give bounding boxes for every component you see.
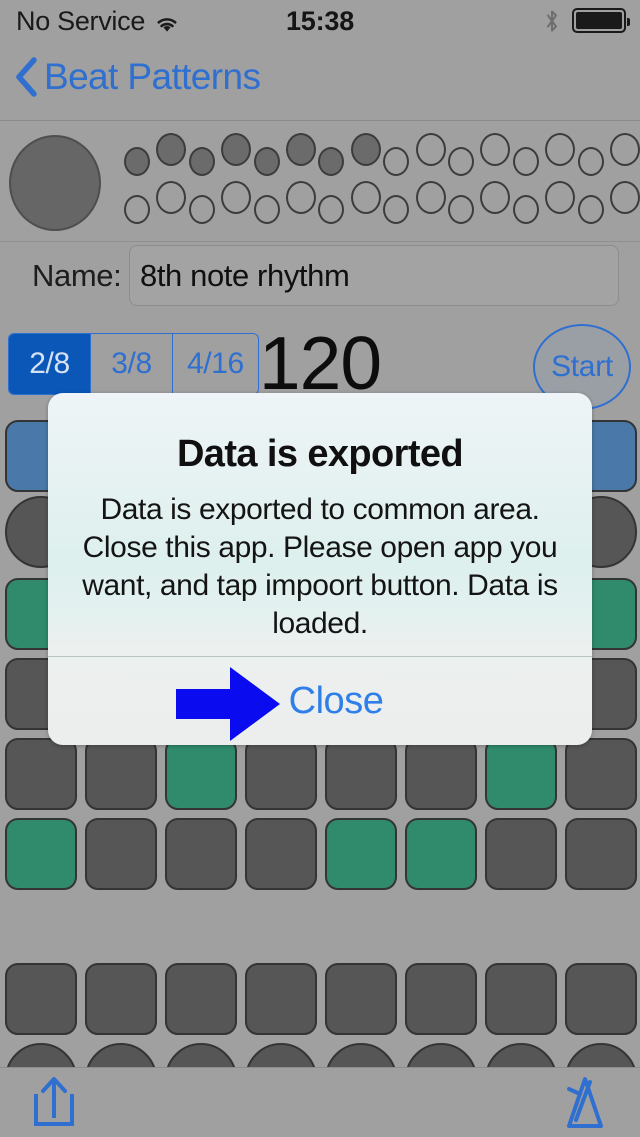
beat-dots-row-bottom-dot[interactable]	[318, 195, 345, 224]
beat-dots-row-top-dot[interactable]	[253, 147, 280, 176]
beat-dots-row-top-dot[interactable]	[286, 133, 316, 166]
status-bar-right	[544, 8, 630, 33]
beat-dots-row-top-dot[interactable]	[577, 147, 604, 176]
share-upload-icon[interactable]	[28, 1074, 80, 1132]
segment-label: 4/16	[187, 347, 244, 380]
alert-message: Data is exported to common area. Close t…	[82, 493, 558, 640]
pad-cell[interactable]	[405, 738, 477, 810]
pad-row-6	[0, 818, 640, 890]
name-input[interactable]	[129, 245, 619, 306]
beat-dots-row-bottom-dot[interactable]	[545, 181, 576, 214]
beat-indicator-circle	[9, 135, 101, 231]
pad-cell[interactable]	[405, 818, 477, 890]
beat-dots-row-top-dot[interactable]	[221, 133, 252, 166]
beat-dots-row-bottom-dot[interactable]	[383, 195, 410, 224]
segment-3-8[interactable]: 3/8	[91, 334, 173, 394]
pad-cell[interactable]	[485, 818, 557, 890]
beat-dots-row-top-dot[interactable]	[512, 147, 539, 176]
beat-dots-row-bottom-dot[interactable]	[610, 181, 640, 214]
beat-dots-row-top-dot[interactable]	[480, 133, 511, 166]
back-button[interactable]: Beat Patterns	[14, 56, 261, 98]
pad-cell[interactable]	[5, 738, 77, 810]
beat-dots-row-bottom-dot[interactable]	[415, 181, 446, 214]
beat-dots-row-bottom-dot[interactable]	[512, 195, 539, 224]
pad-cell[interactable]	[165, 738, 237, 810]
segment-label: 3/8	[111, 347, 152, 380]
segment-4-16[interactable]: 4/16	[173, 334, 258, 394]
time-signature-segmented-control[interactable]: 2/8 3/8 4/16	[8, 333, 259, 395]
beat-dots-row-bottom-dot[interactable]	[286, 181, 316, 214]
pad-cell[interactable]	[325, 738, 397, 810]
pad-cell[interactable]	[565, 963, 637, 1035]
pad-cell[interactable]	[85, 818, 157, 890]
beat-dots-row-top-dot[interactable]	[156, 133, 187, 166]
beat-dots-row-bottom-dot[interactable]	[350, 181, 381, 214]
back-button-label: Beat Patterns	[44, 56, 261, 97]
beat-dots-row-top-dot[interactable]	[545, 133, 576, 166]
pad-cell[interactable]	[85, 738, 157, 810]
status-bar: No Service 15:38	[0, 0, 640, 44]
beat-dots-row-top-dot[interactable]	[415, 133, 446, 166]
beat-dots-row-bottom-dot[interactable]	[221, 181, 252, 214]
pad-cell[interactable]	[565, 738, 637, 810]
beat-dots-row-top-dot[interactable]	[448, 147, 474, 176]
beat-dots-row-top-dot[interactable]	[318, 147, 345, 176]
pad-cell[interactable]	[325, 963, 397, 1035]
beat-dots-row-bottom-dot[interactable]	[124, 195, 150, 224]
beat-dots-row-bottom-dot[interactable]	[188, 195, 215, 224]
metronome-icon[interactable]	[556, 1074, 614, 1132]
chevron-left-icon	[14, 56, 38, 98]
pad-row-5	[0, 738, 640, 810]
alert-close-label: Close	[288, 679, 384, 722]
navigation-bar: Beat Patterns	[0, 44, 640, 121]
bottom-toolbar	[0, 1067, 640, 1136]
beat-dots-row-top-dot[interactable]	[350, 133, 381, 166]
name-label: Name:	[32, 258, 122, 293]
pad-cell[interactable]	[485, 738, 557, 810]
pad-cell[interactable]	[325, 818, 397, 890]
beat-dots-row-top-dot[interactable]	[124, 147, 150, 176]
alert-dialog: Data is exported Data is exported to com…	[48, 393, 592, 745]
pad-cell[interactable]	[5, 963, 77, 1035]
pad-cell[interactable]	[245, 738, 317, 810]
arrow-right-icon	[174, 665, 282, 743]
beat-dots-row-bottom-dot[interactable]	[577, 195, 604, 224]
beat-dots-row-bottom-dot[interactable]	[480, 181, 511, 214]
alert-close-button[interactable]: Close	[48, 657, 592, 745]
pad-cell[interactable]	[165, 818, 237, 890]
pad-cell[interactable]	[485, 963, 557, 1035]
start-button-label: Start	[551, 350, 613, 383]
pad-cell[interactable]	[405, 963, 477, 1035]
beat-dots-row-bottom-dot[interactable]	[253, 195, 280, 224]
beat-dots-row-bottom-dot[interactable]	[156, 181, 187, 214]
beat-dots-row-top-dot[interactable]	[383, 147, 410, 176]
beat-dots-row-top-dot[interactable]	[188, 147, 215, 176]
pad-cell[interactable]	[165, 963, 237, 1035]
pad-cell[interactable]	[5, 818, 77, 890]
pad-cell[interactable]	[245, 963, 317, 1035]
beat-indicator-strip	[0, 121, 640, 242]
alert-title: Data is exported	[176, 433, 464, 475]
beat-dots-row-top-dot[interactable]	[610, 133, 640, 166]
pad-row-7	[0, 963, 640, 1035]
beat-dots-row-bottom-dot[interactable]	[448, 195, 474, 224]
bluetooth-icon	[544, 9, 560, 33]
pad-cell[interactable]	[565, 818, 637, 890]
name-row: Name:	[0, 242, 640, 310]
pad-cell[interactable]	[245, 818, 317, 890]
battery-full-icon	[572, 8, 630, 33]
pad-cell[interactable]	[85, 963, 157, 1035]
segment-label: 2/8	[29, 347, 70, 380]
segment-2-8[interactable]: 2/8	[9, 334, 91, 394]
